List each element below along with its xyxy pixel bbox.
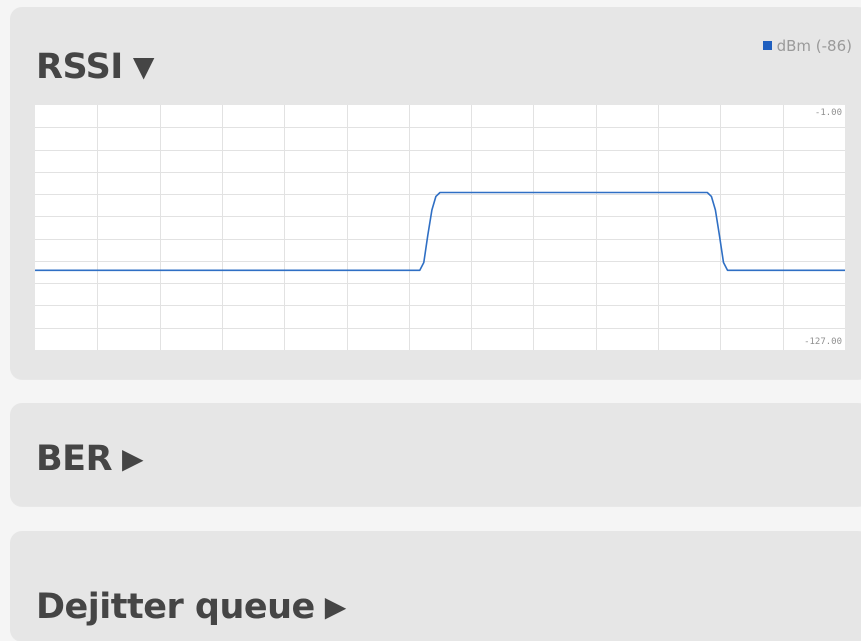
dejitter-toggle[interactable]: Dejitter queue ▶	[36, 587, 346, 627]
rssi-chart-svg	[35, 105, 845, 350]
rssi-panel: RSSI ▼ dBm (-86) -1.00 -127.00	[10, 7, 861, 379]
legend-swatch	[762, 41, 772, 50]
rssi-toggle[interactable]: RSSI ▼	[36, 47, 154, 87]
rssi-title: RSSI	[36, 47, 123, 87]
ber-panel: BER ▶	[10, 403, 861, 506]
expand-arrow-icon: ▶	[324, 590, 347, 623]
legend-label: dBm (-86)	[776, 37, 852, 55]
series-line-dbm	[35, 191, 845, 272]
expand-arrow-icon: ▶	[122, 442, 144, 475]
dejitter-panel: Dejitter queue ▶	[10, 531, 861, 641]
ber-toggle[interactable]: BER ▶	[36, 439, 144, 479]
y-min-label: -127.00	[804, 337, 842, 347]
y-max-label: -1.00	[814, 108, 842, 118]
chart-legend: dBm (-86)	[762, 37, 852, 55]
collapse-arrow-icon: ▼	[132, 50, 155, 83]
dejitter-title: Dejitter queue	[36, 587, 315, 627]
ber-title: BER	[36, 439, 113, 479]
rssi-chart: -1.00 -127.00	[35, 105, 845, 350]
